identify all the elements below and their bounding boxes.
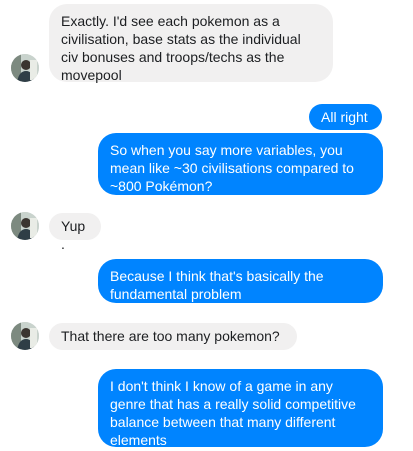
outgoing-message[interactable]: So when you say more variables, you mean… <box>98 133 383 195</box>
incoming-message[interactable]: Yup. <box>49 213 101 252</box>
outgoing-message[interactable]: I don't think I know of a game in any ge… <box>98 369 383 448</box>
contact-avatar-icon[interactable] <box>11 322 39 350</box>
outgoing-message[interactable]: All right <box>309 104 382 130</box>
contact-avatar-icon[interactable] <box>11 212 39 240</box>
incoming-message[interactable]: That there are too many pokemon? <box>49 323 297 350</box>
outgoing-message[interactable]: Because I think that's basically the fun… <box>98 259 383 303</box>
contact-avatar-icon[interactable] <box>11 54 39 82</box>
incoming-message[interactable]: Exactly. I'd see each pokemon as a civil… <box>49 4 333 83</box>
conversation-thread: Exactly. I'd see each pokemon as a civil… <box>0 0 413 451</box>
